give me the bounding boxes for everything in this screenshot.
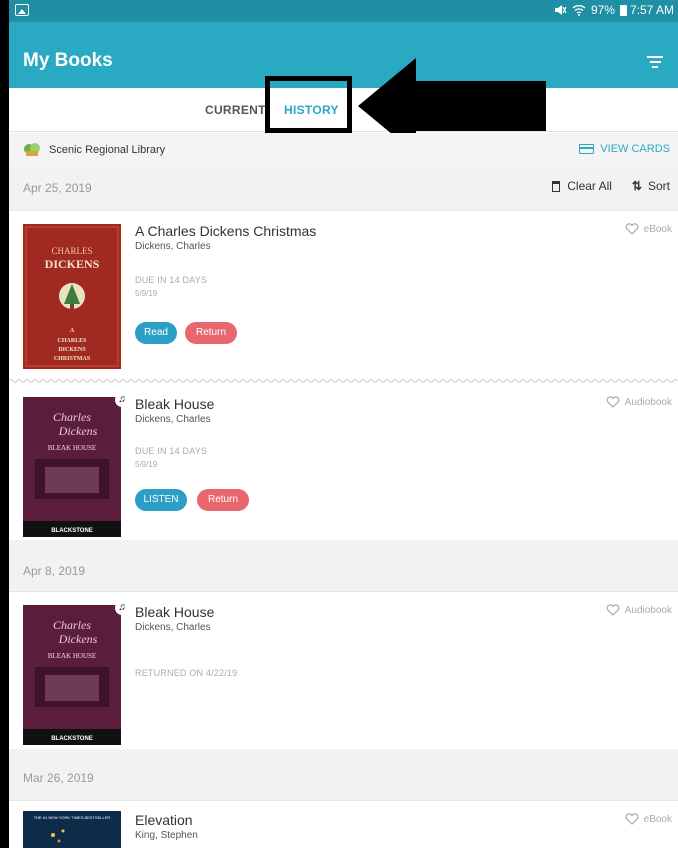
list-item[interactable]: THE #1 NEW YORK TIMES BESTSELLER Elevati… <box>9 801 678 848</box>
cover-text: Charles <box>53 410 91 424</box>
library-name: Scenic Regional Library <box>49 144 166 156</box>
status-indicators: 97% 7:57 AM <box>553 3 674 17</box>
book-author: Dickens, Charles <box>135 622 211 633</box>
tab-current[interactable]: CURRENT <box>205 103 266 117</box>
book-title[interactable]: A Charles Dickens Christmas <box>135 223 316 239</box>
screen: 97% 7:57 AM My Books CURRENT HISTORY Sce… <box>9 0 678 848</box>
headphones-icon: ♫ <box>115 601 129 615</box>
cover-text: BLACKSTONE <box>51 736 93 742</box>
format-indicator: Audiobook <box>606 396 672 408</box>
date-label: Apr 25, 2019 <box>23 181 92 195</box>
date-label: Mar 26, 2019 <box>23 771 94 785</box>
cover-text: BLEAK HOUSE <box>48 652 96 660</box>
list-item[interactable]: Charles Dickens BLEAK HOUSE BLACKSTONE ♫… <box>9 384 678 540</box>
cover-text: BLEAK HOUSE <box>48 444 96 452</box>
page-title: My Books <box>23 50 113 71</box>
cover-text: DICKENS <box>45 257 100 271</box>
highlight-box <box>265 76 352 133</box>
heart-icon[interactable] <box>625 223 639 235</box>
cover-text: CHARLES <box>51 246 92 256</box>
list-item[interactable]: CHARLES DICKENS A CHARLES DICKENS CHRIST… <box>9 211 678 384</box>
cover-text: BLACKSTONE <box>51 528 93 534</box>
headphones-icon: ♫ <box>115 393 129 407</box>
due-date: 5/9/19 <box>135 289 158 298</box>
list-item[interactable]: Charles Dickens BLEAK HOUSE BLACKSTONE ♫… <box>9 592 678 749</box>
read-button[interactable]: Read <box>135 322 177 344</box>
cover-text: CHRISTMAS <box>54 356 91 362</box>
book-title[interactable]: Bleak House <box>135 396 214 412</box>
listen-button[interactable]: LISTEN <box>135 489 187 511</box>
battery-icon <box>619 4 627 16</box>
returned-status: RETURNED ON 4/22/19 <box>135 668 238 678</box>
due-date: 5/9/19 <box>135 460 158 469</box>
cover-text: Dickens <box>58 632 98 646</box>
filter-icon[interactable] <box>647 56 663 70</box>
date-header: Apr 25, 2019 Clear All ⇅ Sort <box>9 165 678 211</box>
library-row: Scenic Regional Library VIEW CARDS <box>9 133 678 165</box>
heart-icon[interactable] <box>625 813 639 825</box>
book-title[interactable]: Bleak House <box>135 604 214 620</box>
cover-text: Dickens <box>58 424 98 438</box>
cover-text: Charles <box>53 618 91 632</box>
view-cards-label: VIEW CARDS <box>600 143 670 155</box>
book-author: Dickens, Charles <box>135 414 211 425</box>
format-label: Audiobook <box>624 604 672 616</box>
format-label: eBook <box>643 813 672 825</box>
clear-all-button[interactable]: Clear All <box>567 179 612 193</box>
return-button[interactable]: Return <box>197 489 249 511</box>
cover-text: THE #1 NEW YORK TIMES BESTSELLER <box>34 815 111 820</box>
heart-icon[interactable] <box>606 604 620 616</box>
library-logo <box>24 143 40 156</box>
trash-icon[interactable] <box>552 180 561 192</box>
sort-button[interactable]: Sort <box>648 179 670 193</box>
book-title[interactable]: Elevation <box>135 812 193 828</box>
due-status: DUE IN 14 DAYS <box>135 275 208 285</box>
status-bar: 97% 7:57 AM <box>9 0 678 22</box>
cover-text: A <box>70 328 75 334</box>
due-status: DUE IN 14 DAYS <box>135 446 208 456</box>
book-cover: CHARLES DICKENS A CHARLES DICKENS CHRIST… <box>23 224 121 369</box>
format-indicator: eBook <box>625 813 672 825</box>
book-cover: Charles Dickens BLEAK HOUSE BLACKSTONE <box>23 397 121 537</box>
format-indicator: Audiobook <box>606 604 672 616</box>
format-label: Audiobook <box>624 396 672 408</box>
cover-text: DICKENS <box>58 347 86 353</box>
format-indicator: eBook <box>625 223 672 235</box>
heart-icon[interactable] <box>606 396 620 408</box>
cover-text: CHARLES <box>57 338 87 344</box>
date-label: Apr 8, 2019 <box>23 564 86 578</box>
format-label: eBook <box>643 223 672 235</box>
date-header: Apr 8, 2019 <box>9 540 678 592</box>
sort-icon[interactable]: ⇅ <box>632 179 642 193</box>
date-actions: Clear All ⇅ Sort <box>552 179 670 193</box>
wifi-icon <box>572 5 586 16</box>
book-cover: THE #1 NEW YORK TIMES BESTSELLER <box>23 811 121 848</box>
clock: 7:57 AM <box>629 3 674 17</box>
book-author: Dickens, Charles <box>135 241 211 252</box>
card-icon <box>579 144 595 154</box>
mute-icon <box>554 5 567 15</box>
return-button[interactable]: Return <box>185 322 237 344</box>
book-author: King, Stephen <box>135 830 198 841</box>
battery-percent: 97% <box>590 3 615 17</box>
gallery-icon <box>15 4 29 16</box>
book-cover: Charles Dickens BLEAK HOUSE BLACKSTONE <box>23 605 121 745</box>
view-cards-button[interactable]: VIEW CARDS <box>579 143 670 155</box>
date-header: Mar 26, 2019 <box>9 749 678 801</box>
